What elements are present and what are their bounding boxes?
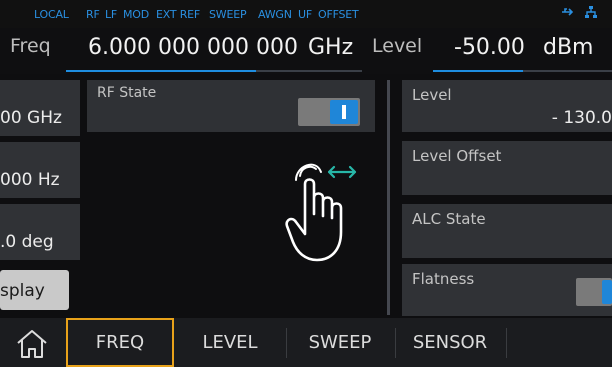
rf-state-toggle[interactable] bbox=[298, 98, 360, 126]
level-box-value: - 130.0 bbox=[551, 108, 612, 128]
level-offset-label: Level Offset bbox=[412, 147, 502, 165]
home-icon[interactable] bbox=[12, 327, 52, 359]
level-value: -50.00 bbox=[454, 35, 525, 60]
tab-sensor[interactable]: SENSOR bbox=[398, 318, 502, 367]
left-phase-value: .0 deg bbox=[0, 232, 54, 252]
entry-row: Freq 6.000 000 000 000 GHz Level -50.00 … bbox=[0, 28, 612, 74]
alc-state-label: ALC State bbox=[412, 210, 486, 228]
column-divider bbox=[387, 80, 390, 315]
bottom-tab-bar: FREQ LEVEL SWEEP SENSOR bbox=[0, 318, 612, 367]
status-ext-ref: EXT REF bbox=[156, 8, 201, 21]
freq-underline bbox=[66, 70, 362, 72]
flatness-label: Flatness bbox=[412, 270, 475, 288]
rf-state-panel: RF State bbox=[87, 80, 375, 132]
network-icon bbox=[584, 5, 598, 23]
level-unit: dBm bbox=[543, 35, 594, 60]
status-mod: MOD bbox=[123, 8, 150, 21]
status-uf: UF bbox=[298, 8, 312, 21]
tab-level[interactable]: LEVEL bbox=[180, 318, 280, 367]
level-label: Level bbox=[372, 35, 423, 57]
left-phase-box[interactable]: .0 deg bbox=[0, 204, 80, 260]
toggle-knob bbox=[330, 100, 358, 124]
level-offset-box[interactable]: Level Offset bbox=[402, 141, 612, 195]
left-hz-box[interactable]: 000 Hz bbox=[0, 142, 80, 198]
left-freq-value: 00 GHz bbox=[0, 108, 62, 128]
alc-state-box[interactable]: ALC State bbox=[402, 204, 612, 258]
rf-state-label: RF State bbox=[97, 85, 157, 101]
status-rf: RF bbox=[86, 8, 100, 21]
status-lf: LF bbox=[105, 8, 118, 21]
display-button[interactable]: splay bbox=[0, 270, 69, 310]
status-awgn: AWGN bbox=[258, 8, 292, 21]
freq-label: Freq bbox=[10, 35, 51, 57]
status-sweep: SWEEP bbox=[209, 8, 247, 21]
swipe-hint bbox=[283, 158, 373, 268]
flatness-box: Flatness bbox=[402, 264, 612, 316]
left-hz-value: 000 Hz bbox=[0, 170, 60, 190]
tab-sweep[interactable]: SWEEP bbox=[290, 318, 390, 367]
status-offset: OFFSET bbox=[318, 8, 359, 21]
level-box-label: Level bbox=[412, 86, 452, 104]
status-bar: LOCAL RF LF MOD EXT REF SWEEP AWGN UF OF… bbox=[0, 0, 612, 28]
swipe-gesture-icon bbox=[285, 163, 357, 262]
tab-freq[interactable]: FREQ bbox=[66, 318, 174, 367]
freq-value: 6.000 000 000 000 bbox=[88, 35, 298, 60]
usb-icon bbox=[560, 5, 574, 23]
status-local: LOCAL bbox=[34, 8, 69, 21]
flatness-toggle-knob bbox=[602, 280, 612, 304]
freq-unit: GHz bbox=[308, 35, 354, 60]
level-underline bbox=[433, 70, 612, 72]
left-freq-box[interactable]: 00 GHz bbox=[0, 80, 80, 136]
display-button-label: splay bbox=[0, 281, 45, 301]
level-box[interactable]: Level - 130.0 bbox=[402, 80, 612, 132]
flatness-toggle[interactable] bbox=[576, 278, 612, 306]
